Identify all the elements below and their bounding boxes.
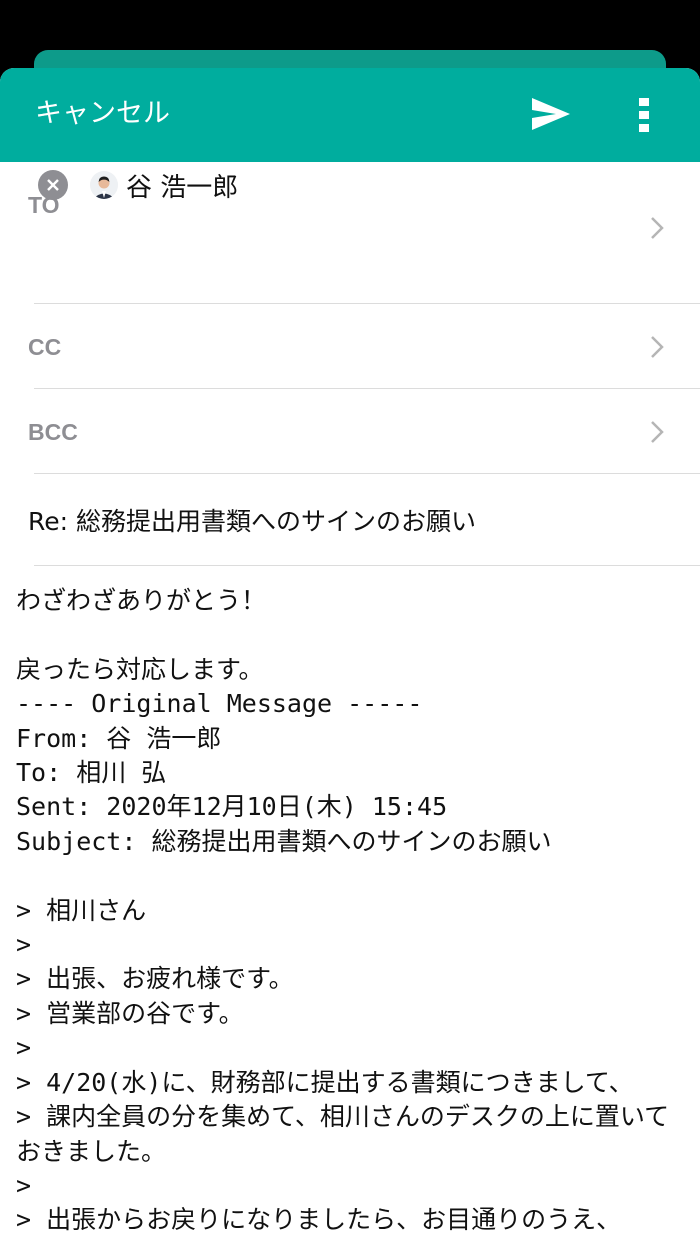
subject-field[interactable]: Re: 総務提出用書類へのサインのお願い bbox=[0, 474, 700, 566]
compose-sheet: キャンセル TO CC BCC Re: 総務提出用書類へのサインのお願い わざわ… bbox=[0, 68, 700, 1244]
chevron-right-icon[interactable] bbox=[648, 333, 666, 361]
chevron-right-icon[interactable] bbox=[648, 214, 666, 242]
bcc-field[interactable]: BCC bbox=[0, 389, 700, 474]
avatar bbox=[90, 171, 118, 199]
message-body[interactable]: わざわざありがとう！ 戻ったら対応します。 ---- Original Mess… bbox=[0, 566, 700, 1238]
bcc-label: BCC bbox=[28, 419, 78, 445]
recipient-chip[interactable]: 谷 浩一郎 bbox=[38, 166, 238, 204]
divider bbox=[34, 565, 700, 566]
subject-input[interactable]: Re: 総務提出用書類へのサインのお願い bbox=[28, 502, 476, 538]
close-icon bbox=[47, 179, 59, 191]
remove-recipient-button[interactable] bbox=[38, 170, 68, 200]
chevron-right-icon[interactable] bbox=[648, 418, 666, 446]
recipient-name: 谷 浩一郎 bbox=[126, 172, 239, 203]
cc-label: CC bbox=[28, 334, 62, 360]
send-icon[interactable] bbox=[528, 94, 574, 134]
compose-header: キャンセル bbox=[0, 68, 700, 162]
cc-field[interactable]: CC bbox=[0, 304, 700, 389]
more-vertical-icon[interactable] bbox=[630, 94, 660, 136]
cancel-button[interactable]: キャンセル bbox=[35, 96, 170, 132]
